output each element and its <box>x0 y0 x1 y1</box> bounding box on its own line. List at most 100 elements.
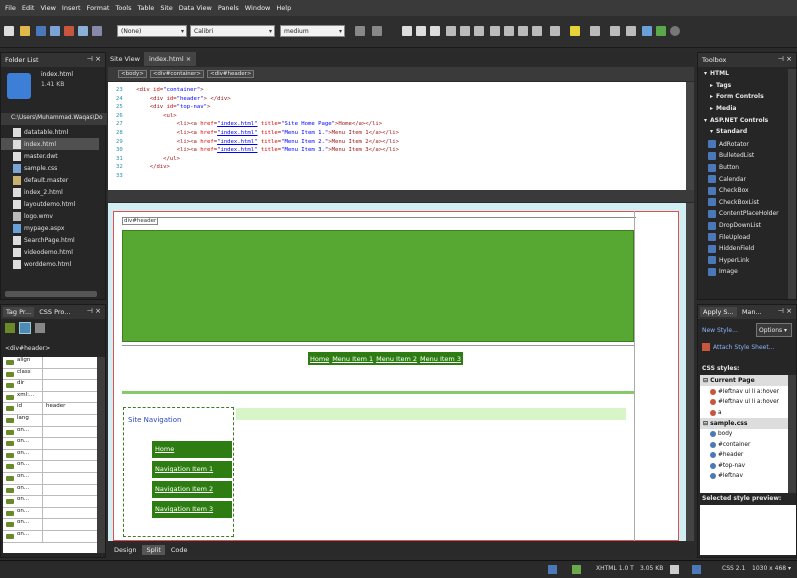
property-row[interactable]: xml:... <box>3 391 99 404</box>
property-value[interactable] <box>43 473 99 484</box>
top-nav-link[interactable]: Home <box>310 355 329 363</box>
property-value[interactable] <box>43 508 99 519</box>
side-nav-link[interactable]: Navigation Item 3 <box>152 501 232 518</box>
toolbox-group[interactable]: ▸ Tags <box>700 80 794 92</box>
split-divider[interactable] <box>108 190 694 202</box>
folder-horizontal-scrollbar[interactable] <box>5 291 97 297</box>
top-nav-link[interactable]: Menu Item 3 <box>420 355 461 363</box>
page-size-status[interactable]: 3.05 KB <box>640 565 663 572</box>
property-row[interactable]: on... <box>3 519 99 531</box>
tag-properties-scrollbar[interactable] <box>97 357 105 553</box>
breadcrumb-item[interactable]: <div#header> <box>207 70 255 78</box>
property-row[interactable]: on... <box>3 530 99 543</box>
layer-icon[interactable] <box>610 26 620 36</box>
new-page-icon[interactable] <box>4 26 14 36</box>
preview-icon[interactable] <box>64 26 74 36</box>
menu-edit[interactable]: Edit <box>19 4 38 12</box>
property-row[interactable]: on... <box>3 426 99 439</box>
underline-icon[interactable] <box>430 26 440 36</box>
decrease-indent-icon[interactable] <box>518 26 528 36</box>
toolbox-group[interactable]: ▸ Form Controls <box>700 91 794 103</box>
tab-manage-styles[interactable]: Man... <box>739 307 765 317</box>
font-color-icon[interactable] <box>590 26 600 36</box>
attach-style-sheet-link[interactable]: Attach Style Sheet... <box>713 344 774 351</box>
menu-site[interactable]: Site <box>157 4 175 12</box>
menu-view[interactable]: View <box>37 4 58 12</box>
menu-help[interactable]: Help <box>273 4 294 12</box>
toolbox-item[interactable]: CheckBoxList <box>708 197 794 209</box>
table-icon[interactable] <box>626 26 636 36</box>
file-item[interactable]: SearchPage.html <box>1 234 99 246</box>
property-value[interactable] <box>43 438 99 449</box>
toolbox-group[interactable]: ▾ ASP.NET Controls <box>700 114 794 126</box>
menu-window[interactable]: Window <box>242 4 274 12</box>
tab-design-view[interactable]: Design <box>110 545 140 555</box>
tab-apply-styles[interactable]: Apply S... <box>700 307 737 317</box>
toolbox-group[interactable]: ▾ HTML <box>700 68 794 80</box>
spelling-icon[interactable] <box>92 26 102 36</box>
toolbox-item[interactable]: DropDownList <box>708 220 794 232</box>
property-value[interactable]: header <box>43 403 99 414</box>
code-scrollbar[interactable] <box>686 82 694 190</box>
property-row[interactable]: lang <box>3 414 99 427</box>
tab-tag-properties[interactable]: Tag Pr... <box>3 307 35 317</box>
css-rule[interactable]: #leftnav ul li a:hover <box>700 386 788 397</box>
property-value[interactable] <box>43 461 99 472</box>
toolbox-item[interactable]: Image <box>708 266 794 278</box>
side-nav-link[interactable]: Navigation Item 2 <box>152 481 232 498</box>
save-icon[interactable] <box>36 26 46 36</box>
open-folder-icon[interactable] <box>20 26 30 36</box>
file-item[interactable]: sample.css <box>1 162 99 174</box>
top-nav-link[interactable]: Menu Item 2 <box>376 355 417 363</box>
breadcrumb-item[interactable]: <div#container> <box>149 70 204 78</box>
print-icon[interactable] <box>78 26 88 36</box>
options-button[interactable]: Options ▾ <box>756 323 792 337</box>
numbered-list-icon[interactable] <box>490 26 500 36</box>
toolbox-item[interactable]: CheckBox <box>708 185 794 197</box>
css-rule[interactable]: a <box>700 407 788 418</box>
menu-table[interactable]: Table <box>135 4 158 12</box>
property-value[interactable] <box>43 531 99 542</box>
tab-code-view[interactable]: Code <box>167 545 192 555</box>
css-rule[interactable]: #header <box>700 450 788 461</box>
page-dimensions-status[interactable]: 1030 x 468 ▾ <box>752 565 791 572</box>
visual-aids-icon[interactable] <box>548 565 557 574</box>
breadcrumb-item[interactable]: <body> <box>118 70 147 78</box>
property-value[interactable] <box>43 392 99 403</box>
pin-icon[interactable]: ⊣ × <box>87 307 101 315</box>
style-select[interactable]: (None) ▾ <box>117 25 187 37</box>
toolbox-item[interactable]: ContentPlaceHolder <box>708 208 794 220</box>
property-value[interactable] <box>43 380 99 391</box>
toolbox-item[interactable]: AdRotator <box>708 139 794 151</box>
close-tab-icon[interactable]: × <box>186 55 191 63</box>
css-rule[interactable]: body <box>700 429 788 440</box>
current-page-group[interactable]: ⊟ Current Page <box>700 375 788 386</box>
tab-css-properties[interactable]: CSS Pro... <box>36 307 73 317</box>
new-style-link[interactable]: New Style... <box>702 327 738 334</box>
sample-css-group[interactable]: ⊟ sample.css <box>700 417 788 429</box>
toolbox-group[interactable]: ▸ Media <box>700 103 794 115</box>
file-item[interactable]: mypage.aspx <box>1 222 99 234</box>
pin-icon[interactable]: ⊣ × <box>87 55 101 63</box>
schema-icon[interactable] <box>670 565 679 574</box>
toolbox-item[interactable]: Calendar <box>708 173 794 185</box>
file-item[interactable]: videodemo.html <box>1 246 99 258</box>
property-value[interactable] <box>43 485 99 496</box>
property-value[interactable] <box>43 415 99 426</box>
borders-icon[interactable] <box>550 26 560 36</box>
property-row[interactable]: on... <box>3 496 99 508</box>
property-row[interactable]: on... <box>3 472 99 485</box>
code-view[interactable]: 23 <div id="container"> 24 <div id="heade… <box>108 82 686 190</box>
property-row[interactable]: on... <box>3 507 99 520</box>
size-select[interactable]: medium ▾ <box>280 25 345 37</box>
side-nav-link[interactable]: Navigation Item 1 <box>152 461 232 478</box>
increase-indent-icon[interactable] <box>532 26 542 36</box>
sort-alphabetical-icon[interactable] <box>19 322 31 334</box>
categorize-icon[interactable] <box>5 323 15 333</box>
redo-icon[interactable] <box>372 26 382 36</box>
file-item[interactable]: logo.wmv <box>1 210 99 222</box>
menu-data-view[interactable]: Data View <box>176 4 215 12</box>
highlight-icon[interactable] <box>570 26 580 36</box>
publish-icon[interactable] <box>50 26 60 36</box>
property-value[interactable] <box>43 450 99 461</box>
